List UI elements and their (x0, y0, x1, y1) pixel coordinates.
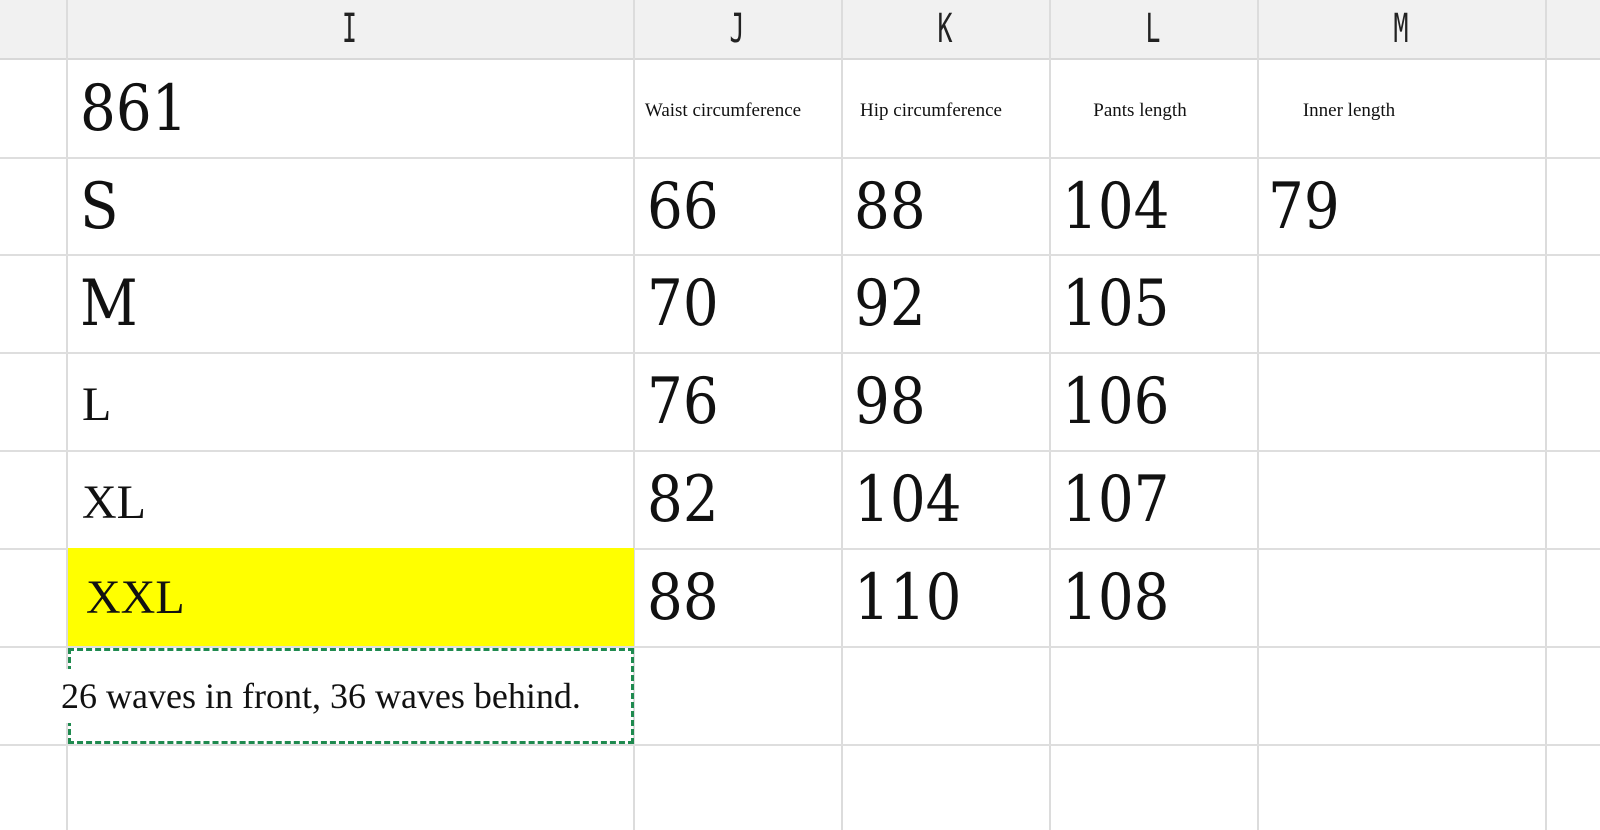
size-label-xl[interactable]: XL (68, 458, 164, 546)
grid-line (0, 352, 1600, 354)
column-header-i[interactable]: I (174, 0, 526, 58)
hip-l[interactable]: 98 (854, 354, 926, 450)
grid-line (841, 0, 843, 830)
pants-length-s[interactable]: 104 (1062, 159, 1169, 254)
grid-line (0, 744, 1600, 746)
header-hip[interactable]: Hip circumference (844, 66, 1018, 156)
inner-length-s[interactable]: 79 (1268, 159, 1340, 254)
pants-length-l[interactable]: 106 (1062, 354, 1169, 450)
grid-line (0, 254, 1600, 256)
grid-line (0, 157, 1600, 159)
pants-length-xxl[interactable]: 108 (1062, 550, 1169, 646)
grid-line (1545, 0, 1547, 830)
pants-length-m[interactable]: 105 (1062, 256, 1169, 352)
grid-line (1049, 0, 1051, 830)
hip-s[interactable]: 88 (854, 159, 926, 254)
size-label-m[interactable]: M (80, 256, 138, 352)
waist-s[interactable]: 66 (647, 159, 719, 254)
header-pants-length[interactable]: Pants length (1052, 66, 1228, 156)
header-waist[interactable]: Waist circumference (636, 66, 810, 156)
hip-m[interactable]: 92 (854, 256, 926, 352)
waist-l[interactable]: 76 (647, 354, 719, 450)
pants-length-xl[interactable]: 107 (1062, 452, 1169, 548)
header-inner-length[interactable]: Inner length (1260, 66, 1438, 156)
grid-line (1257, 0, 1259, 830)
waist-m[interactable]: 70 (647, 256, 719, 352)
grid-line (0, 450, 1600, 452)
column-header-k[interactable]: K (881, 0, 1010, 58)
column-header-l[interactable]: L (1089, 0, 1218, 58)
column-header-m[interactable]: M (1312, 0, 1491, 58)
hip-xxl[interactable]: 110 (854, 550, 961, 646)
size-label-xxl[interactable]: XXL (68, 548, 634, 646)
note-text: 26 waves in front, 36 waves behind. (59, 669, 583, 723)
hip-xl[interactable]: 104 (854, 452, 961, 548)
size-label-s[interactable]: S (80, 159, 119, 254)
column-header-j[interactable]: J (673, 0, 802, 58)
waist-xl[interactable]: 82 (647, 452, 719, 548)
selected-note-cell[interactable]: 26 waves in front, 36 waves behind. (59, 648, 634, 744)
waist-xxl[interactable]: 88 (647, 550, 719, 646)
style-number-cell[interactable]: 861 (80, 60, 187, 157)
size-label-l[interactable]: L (68, 360, 132, 448)
